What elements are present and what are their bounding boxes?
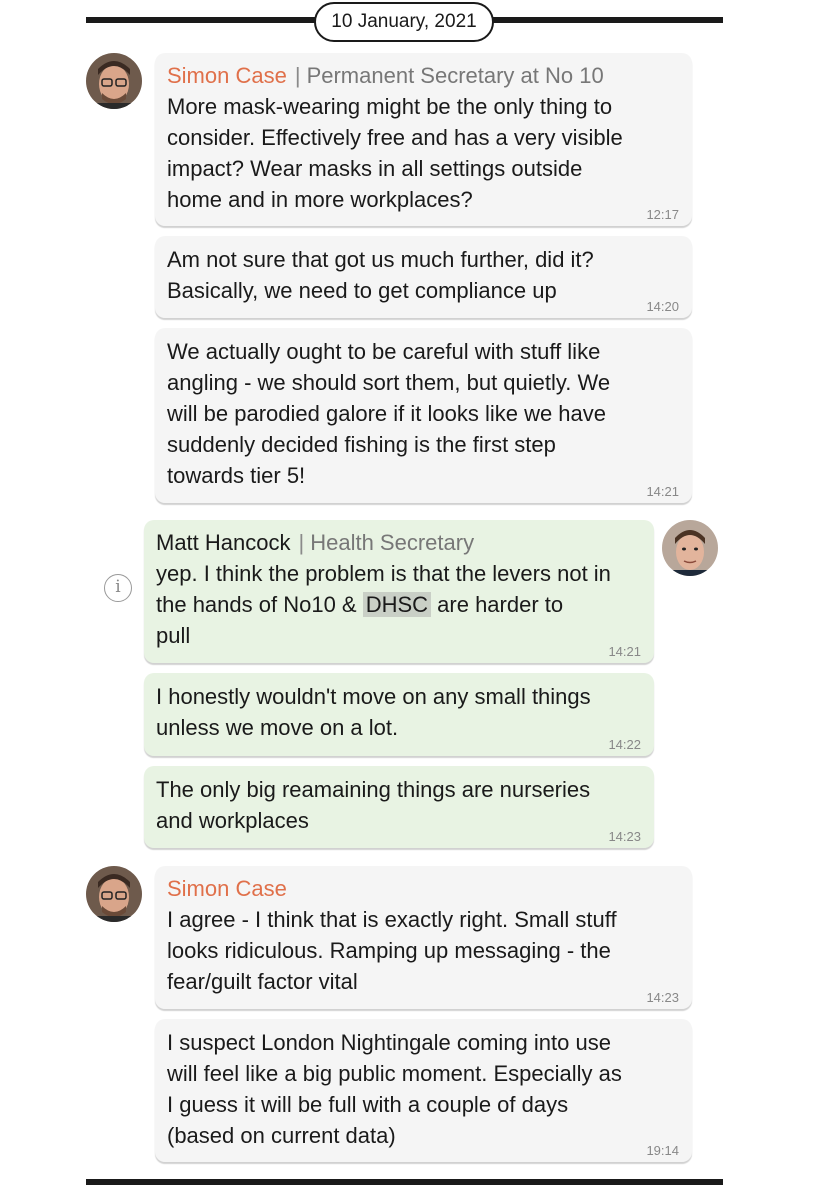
avatar-simon-case[interactable] bbox=[86, 53, 142, 109]
sender-separator: | bbox=[298, 530, 305, 555]
message-line: I suspect London Nightingale coming into… bbox=[167, 1030, 611, 1055]
message-time: 14:21 bbox=[646, 484, 679, 499]
sender-name[interactable]: Simon Case bbox=[167, 63, 287, 88]
message-line: I agree - I think that is exactly right.… bbox=[167, 907, 617, 932]
message-line: angling - we should sort them, but quiet… bbox=[167, 370, 611, 395]
message-bubble[interactable]: The only big reamaining things are nurse… bbox=[144, 766, 654, 848]
sender-separator: | bbox=[294, 63, 301, 88]
sender-line: Simon Case | Permanent Secretary at No 10 bbox=[167, 61, 680, 91]
message-time: 12:17 bbox=[646, 207, 679, 222]
message-line: We actually ought to be careful with stu… bbox=[167, 339, 601, 364]
message-line: and workplaces bbox=[156, 808, 309, 833]
sender-name[interactable]: Matt Hancock bbox=[156, 530, 291, 555]
message-line: consider. Effectively free and has a ver… bbox=[167, 125, 623, 150]
message-line: pull bbox=[156, 623, 191, 648]
message-line: will feel like a big public moment. Espe… bbox=[167, 1061, 622, 1086]
message-bubble[interactable]: I honestly wouldn't move on any small th… bbox=[144, 673, 654, 756]
message-line: I guess it will be full with a couple of… bbox=[167, 1092, 569, 1117]
message-line: fear/guilt factor vital bbox=[167, 969, 358, 994]
message-line: towards tier 5! bbox=[167, 463, 306, 488]
info-icon[interactable]: i bbox=[104, 574, 132, 602]
message-text: the hands of No10 & bbox=[156, 592, 363, 617]
date-separator: 10 January, 2021 bbox=[314, 2, 494, 42]
sender-role: Permanent Secretary at No 10 bbox=[306, 63, 604, 88]
message-line: (based on current data) bbox=[167, 1123, 396, 1148]
message-bubble[interactable]: Matt Hancock | Health Secretary yep. I thi… bbox=[144, 520, 654, 663]
avatar-simon-case[interactable] bbox=[86, 866, 142, 922]
sender-line: Simon Case bbox=[167, 874, 680, 904]
message-bubble[interactable]: Simon Case I agree - I think that is exa… bbox=[155, 866, 692, 1009]
message-time: 14:23 bbox=[646, 990, 679, 1005]
sender-line: Matt Hancock | Health Secretary bbox=[156, 528, 642, 558]
message-time: 14:21 bbox=[608, 644, 641, 659]
avatar-matt-hancock[interactable] bbox=[662, 520, 718, 576]
bottom-divider bbox=[86, 1179, 723, 1185]
message-time: 14:23 bbox=[608, 829, 641, 844]
message-time: 19:14 bbox=[646, 1143, 679, 1158]
message-line: The only big reamaining things are nurse… bbox=[156, 777, 591, 802]
message-line: I honestly wouldn't move on any small th… bbox=[156, 684, 591, 709]
message-bubble[interactable]: Am not sure that got us much further, di… bbox=[155, 236, 692, 318]
message-line: Am not sure that got us much further, di… bbox=[167, 247, 594, 272]
message-line: Basically, we need to get compliance up bbox=[167, 278, 557, 303]
message-line: unless we move on a lot. bbox=[156, 715, 399, 740]
message-bubble[interactable]: I suspect London Nightingale coming into… bbox=[155, 1019, 692, 1162]
message-line: the hands of No10 & DHSC are harder to bbox=[156, 589, 642, 620]
message-line: home and in more workplaces? bbox=[167, 187, 473, 212]
sender-role: Health Secretary bbox=[310, 530, 475, 555]
highlighted-term[interactable]: DHSC bbox=[362, 592, 432, 617]
sender-name[interactable]: Simon Case bbox=[167, 876, 287, 901]
message-text: are harder to bbox=[431, 592, 564, 617]
message-time: 14:20 bbox=[646, 299, 679, 314]
message-line: More mask-wearing might be the only thin… bbox=[167, 94, 613, 119]
message-line: yep. I think the problem is that the lev… bbox=[156, 561, 611, 586]
message-line: looks ridiculous. Ramping up messaging -… bbox=[167, 938, 611, 963]
message-bubble[interactable]: We actually ought to be careful with stu… bbox=[155, 328, 692, 503]
message-line: suddenly decided fishing is the first st… bbox=[167, 432, 556, 457]
message-bubble[interactable]: Simon Case | Permanent Secretary at No 10 … bbox=[155, 53, 692, 226]
message-line: will be parodied galore if it looks like… bbox=[167, 401, 607, 426]
message-line: impact? Wear masks in all settings outsi… bbox=[167, 156, 583, 181]
message-time: 14:22 bbox=[608, 737, 641, 752]
